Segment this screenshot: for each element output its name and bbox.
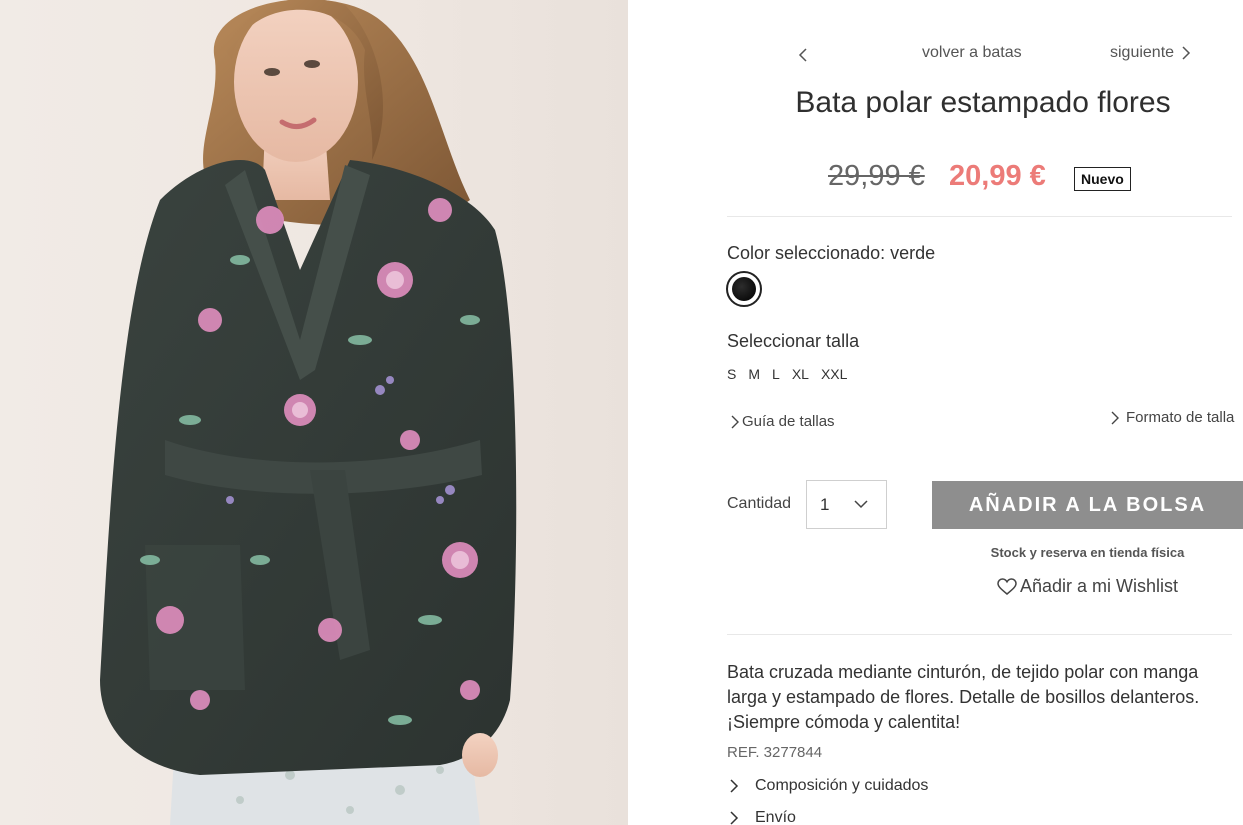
size-format-link[interactable]: Formato de talla (1108, 409, 1234, 426)
add-to-wishlist-button[interactable]: Añadir a mi Wishlist (932, 576, 1243, 597)
original-price: 29,99 € (828, 160, 925, 192)
select-size-label: Seleccionar talla (727, 331, 860, 351)
accordion-composition-care[interactable]: Composición y cuidados (727, 777, 928, 795)
next-product-link[interactable]: siguiente (1110, 44, 1194, 62)
size-format-label: Formato de talla (1126, 409, 1235, 426)
chevron-right-icon (1111, 411, 1119, 424)
chevron-right-icon (731, 415, 739, 428)
quantity-value: 1 (820, 495, 830, 514)
size-option-xxl[interactable]: XXL (821, 366, 847, 382)
accordion-shipping[interactable]: Envío (727, 809, 796, 825)
wishlist-label: Añadir a mi Wishlist (1019, 576, 1179, 596)
product-photo-illustration (100, 0, 517, 825)
quantity-select[interactable]: 1 (806, 480, 887, 529)
product-description: Bata cruzada mediante cinturón, de tejid… (727, 662, 1200, 732)
quantity-label: Cantidad (727, 495, 792, 512)
add-to-bag-button[interactable]: AÑADIR A LA BOLSA (932, 481, 1243, 529)
size-options: S M L XL XXL (727, 366, 859, 382)
new-badge: Nuevo (1074, 167, 1131, 191)
chevron-down-icon (854, 500, 868, 509)
heart-icon (997, 577, 1017, 595)
back-to-robes-link[interactable]: volver a batas (922, 44, 1022, 62)
divider (727, 216, 1232, 217)
size-guide-link[interactable]: Guía de tallas (728, 413, 835, 430)
accordion-label: Composición y cuidados (755, 777, 929, 794)
accordion-label: Envío (755, 809, 796, 825)
size-option-s[interactable]: S (727, 366, 736, 382)
chevron-right-icon (730, 811, 739, 825)
product-navigation: volver a batas siguiente (628, 42, 1243, 66)
store-stock-link[interactable]: Stock y reserva en tienda física (932, 545, 1243, 560)
size-option-xl[interactable]: XL (792, 366, 809, 382)
price-row: 29,99 € 20,99 € Nuevo (628, 158, 1243, 198)
product-reference: REF. 3277844 (727, 744, 823, 761)
size-option-l[interactable]: L (772, 366, 780, 382)
swatch-fill (732, 277, 756, 301)
size-option-m[interactable]: M (748, 366, 760, 382)
product-info-panel: volver a batas siguiente Bata polar esta… (628, 0, 1243, 825)
chevron-right-icon (1182, 46, 1191, 60)
selected-color-label: Color seleccionado: verde (727, 243, 936, 263)
chevron-right-icon (730, 779, 739, 793)
size-guide-label: Guía de tallas (742, 413, 835, 430)
color-swatch-verde[interactable] (726, 271, 762, 307)
divider (727, 634, 1232, 635)
chevron-left-icon[interactable] (794, 45, 814, 65)
next-label: siguiente (1110, 44, 1175, 61)
product-title: Bata polar estampado flores (795, 86, 1171, 119)
sale-price: 20,99 € (949, 160, 1046, 192)
product-image[interactable] (0, 0, 628, 825)
